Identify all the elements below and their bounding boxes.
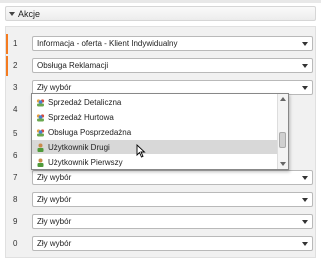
row-number: 7 <box>13 173 18 182</box>
action-select-7[interactable]: Zły wybór <box>32 170 313 185</box>
chevron-down-icon[interactable] <box>302 220 308 224</box>
action-select-9[interactable]: Zły wybór <box>32 214 313 229</box>
action-select-1[interactable]: Informacja - oferta - Klient Indywidualn… <box>32 36 313 51</box>
option-label: Obsługa Posprzedażna <box>48 127 132 137</box>
row-number: 5 <box>13 129 18 138</box>
scroll-down-icon[interactable] <box>280 162 286 166</box>
scroll-up-icon[interactable] <box>280 97 286 101</box>
option-label: Użytkownik Drugi <box>48 142 110 152</box>
chevron-down-icon[interactable] <box>302 64 308 68</box>
chevron-down-icon[interactable] <box>302 176 308 180</box>
select-value: Zły wybór <box>37 217 72 226</box>
dropdown-option-highlighted[interactable]: Użytkownik Drugi <box>32 140 278 154</box>
dropdown-option[interactable]: Obsługa Posprzedażna <box>32 125 278 139</box>
people-group-icon <box>36 113 45 122</box>
row-number: 8 <box>13 195 18 204</box>
action-row-9: 9 Zły wybór <box>6 212 315 232</box>
action-row-0: 0 Zły wybór <box>6 234 315 254</box>
people-group-icon <box>36 98 45 107</box>
chevron-down-icon[interactable] <box>302 86 308 90</box>
option-label: Użytkownik Pierwszy <box>48 157 123 167</box>
row-number: 2 <box>13 61 18 70</box>
row-number: 4 <box>13 105 18 114</box>
action-select-8[interactable]: Zły wybór <box>32 192 313 207</box>
row-number: 6 <box>13 151 18 160</box>
select-value: Informacja - oferta - Klient Indywidualn… <box>37 39 178 48</box>
section-header-akcje[interactable]: Akcje <box>5 6 316 21</box>
row-number: 9 <box>13 217 18 226</box>
row-number: 1 <box>13 39 18 48</box>
active-marker <box>6 56 8 76</box>
dropdown-option[interactable]: Użytkownik Pierwszy <box>32 155 278 169</box>
chevron-down-icon[interactable] <box>302 242 308 246</box>
dropdown-option[interactable]: Sprzedaż Detaliczna <box>32 95 278 109</box>
action-row-1: 1 Informacja - oferta - Klient Indywidua… <box>6 34 315 54</box>
select-value: Obsługa Reklamacji <box>37 61 109 70</box>
chevron-down-icon[interactable] <box>302 42 308 46</box>
mouse-cursor-icon <box>136 143 146 160</box>
dropdown-scrollbar[interactable] <box>277 94 288 169</box>
user-icon <box>36 143 45 152</box>
select-value: Zły wybór <box>37 83 72 92</box>
row-number: 0 <box>13 239 18 248</box>
top-border <box>0 0 321 3</box>
dropdown-option[interactable]: Sprzedaż Hurtowa <box>32 110 278 124</box>
select-value: Zły wybór <box>37 195 72 204</box>
row-number: 3 <box>13 83 18 92</box>
dropdown-list[interactable]: Sprzedaż Detaliczna Sprzedaż Hurtowa Obs… <box>31 93 289 170</box>
action-row-2: 2 Obsługa Reklamacji <box>6 56 315 76</box>
action-row-8: 8 Zły wybór <box>6 190 315 210</box>
option-label: Sprzedaż Detaliczna <box>48 97 122 107</box>
scroll-thumb[interactable] <box>279 132 286 148</box>
action-select-2[interactable]: Obsługa Reklamacji <box>32 58 313 73</box>
user-icon <box>36 158 45 167</box>
people-group-icon <box>36 128 45 137</box>
chevron-down-icon[interactable] <box>302 198 308 202</box>
select-value: Zły wybór <box>37 173 72 182</box>
collapse-arrow-icon <box>9 11 15 16</box>
select-value: Zły wybór <box>37 239 72 248</box>
section-title: Akcje <box>18 8 41 19</box>
option-label: Sprzedaż Hurtowa <box>48 112 114 122</box>
action-row-7: 7 Zły wybór <box>6 168 315 188</box>
active-marker <box>6 34 8 54</box>
action-select-0[interactable]: Zły wybór <box>32 236 313 251</box>
